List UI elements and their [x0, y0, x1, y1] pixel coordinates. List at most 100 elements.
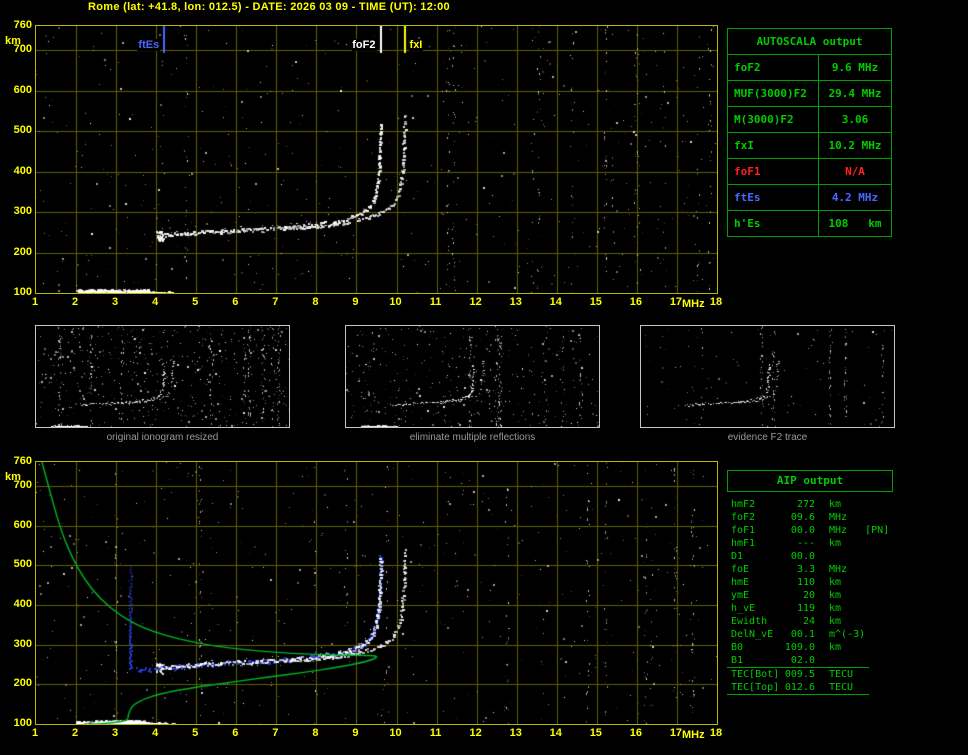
- top-ionogram-plot: ftEs foF2 fxI: [35, 25, 718, 294]
- aip-row: TEC[Top] 012.6 TECU: [727, 681, 869, 695]
- bottom-ionogram-canvas: [36, 462, 717, 724]
- thumbnail-caption: evidence F2 trace: [727, 432, 808, 443]
- param-value: 119: [796, 603, 815, 614]
- autoscala-row: foF1 N/A: [728, 159, 891, 185]
- x-axis-tick: 1: [31, 296, 39, 308]
- aip-row: TEC[Bot] 009.5 TECU: [727, 667, 869, 681]
- page-root: Rome (lat: +41.8, lon: 012.5) - DATE: 20…: [0, 0, 968, 755]
- param-name: foF1: [728, 159, 819, 184]
- param-value: 00.0: [790, 551, 815, 562]
- x-axis-tick: 5: [192, 727, 199, 739]
- x-axis-tick: 7: [272, 727, 279, 739]
- x-axis-tick: 5: [192, 296, 199, 308]
- y-axis-tick: 200: [13, 677, 32, 690]
- param-name: h'Es: [728, 211, 819, 236]
- aip-row: foF1 00.0 MHz [PN]: [727, 524, 917, 537]
- x-axis-tick: 9: [352, 727, 359, 739]
- autoscala-row: M(3000)F2 3.06: [728, 107, 891, 133]
- aip-row: h_vE 119 km: [727, 602, 917, 615]
- thumbnail-multiple-reflections: [345, 325, 600, 428]
- param-value: 29.4 MHz: [828, 87, 882, 100]
- param-unit: km: [829, 616, 842, 627]
- aip-output-rows: hmF2 272 km foF2 09.6 MHz foF1 00.0 MHz [PN] hmF1…: [727, 498, 917, 695]
- param-name: D1: [731, 551, 744, 562]
- marker-label-ftes: ftEs: [137, 39, 161, 51]
- param-value: 009.5: [784, 669, 815, 680]
- x-axis-tick: 16: [629, 727, 642, 739]
- param-unit: km: [829, 603, 842, 614]
- param-name: M(3000)F2: [728, 107, 819, 132]
- y-axis-tick: 760: [13, 19, 32, 31]
- x-axis-tick: 16: [629, 296, 642, 308]
- y-axis-tick: 200: [13, 245, 32, 258]
- x-axis-tick: 8: [312, 296, 319, 308]
- param-unit: TECU: [829, 682, 854, 693]
- x-axis-tick: 10: [389, 296, 402, 308]
- y-axis-tick: 400: [13, 597, 32, 610]
- aip-row: foF2 09.6 MHz: [727, 511, 917, 524]
- autoscala-row: foF2 9.6 MHz: [728, 55, 891, 81]
- x-axis-tick: 12: [469, 296, 482, 308]
- param-unit: MHz: [829, 564, 848, 575]
- autoscala-output-table: AUTOSCALA output foF2 9.6 MHz MUF(3000)F2 2…: [727, 28, 892, 237]
- top-ionogram-canvas: [36, 26, 717, 293]
- aip-row: hmF1 --- km: [727, 537, 917, 550]
- autoscala-row: fxI 10.2 MHz: [728, 133, 891, 159]
- param-name: foF1: [731, 525, 756, 536]
- y-axis-unit-label: km: [5, 471, 21, 483]
- y-axis-tick: 500: [13, 124, 32, 137]
- x-axis-tick: 12: [469, 727, 482, 739]
- aip-panel-title: AIP output: [727, 470, 893, 492]
- param-name: hmF1: [731, 538, 756, 549]
- param-unit: km: [829, 642, 842, 653]
- y-axis-unit-label: km: [5, 35, 21, 47]
- x-axis-tick: 14: [549, 296, 562, 308]
- thumbnail-f2-trace: [640, 325, 895, 428]
- param-value: 110: [796, 577, 815, 588]
- y-axis-tick: 300: [13, 637, 32, 650]
- param-name: TEC[Bot]: [731, 669, 780, 680]
- param-name: foF2: [728, 55, 819, 80]
- x-axis-tick: 3: [112, 296, 119, 308]
- param-name: foE: [731, 564, 750, 575]
- marker-label-fof2: foF2: [351, 39, 377, 51]
- x-axis-tick: 15: [589, 296, 602, 308]
- autoscala-row: h'Es 108 km: [728, 211, 891, 236]
- param-name: foF2: [731, 512, 756, 523]
- aip-row: Ewidth 24 km: [727, 615, 917, 628]
- autoscala-table-title: AUTOSCALA output: [728, 29, 891, 55]
- aip-row: hmE 110 km: [727, 576, 917, 589]
- param-value: 272: [796, 499, 815, 510]
- aip-row: B1 02.0: [727, 654, 917, 667]
- param-value: 20: [802, 590, 815, 601]
- param-name: MUF(3000)F2: [728, 81, 819, 106]
- x-axis-tick: 7: [272, 296, 279, 308]
- aip-output-panel: AIP output hmF2 272 km foF2 09.6 MHz foF1 00.0 M…: [727, 470, 917, 695]
- param-value: 108 km: [828, 217, 882, 230]
- param-name: Ewidth: [731, 616, 768, 627]
- aip-row: D1 00.0: [727, 550, 917, 563]
- autoscala-table-rows: foF2 9.6 MHz MUF(3000)F2 29.4 MHz M(3000)F2 3…: [728, 55, 891, 236]
- param-value: ---: [796, 538, 815, 549]
- x-axis-tick: 8: [312, 727, 319, 739]
- aip-row: ymE 20 km: [727, 589, 917, 602]
- x-axis-tick: 11: [429, 296, 442, 308]
- param-unit: TECU: [829, 669, 854, 680]
- param-value: 02.0: [790, 655, 815, 666]
- y-axis-tick: 600: [13, 83, 32, 96]
- x-axis-tick: 2: [71, 727, 79, 739]
- param-value: 00.1: [790, 629, 815, 640]
- param-value: 3.3: [796, 564, 815, 575]
- y-axis-tick: 600: [13, 518, 32, 531]
- station-title: Rome (lat: +41.8, lon: 012.5) - DATE: 20…: [88, 1, 450, 13]
- param-value: 9.6 MHz: [831, 61, 879, 74]
- x-axis-tick: 4: [152, 727, 159, 739]
- param-unit: MHz: [829, 512, 848, 523]
- x-axis-unit-label: MHz: [682, 298, 705, 310]
- param-value: 24: [802, 616, 815, 627]
- thumbnail-multiple-reflections-canvas: [346, 326, 599, 427]
- bottom-ionogram-plot: [35, 461, 718, 725]
- param-unit: m^(-3): [829, 629, 866, 640]
- thumbnail-caption: eliminate multiple reflections: [409, 432, 536, 443]
- param-value: 3.06: [841, 113, 869, 126]
